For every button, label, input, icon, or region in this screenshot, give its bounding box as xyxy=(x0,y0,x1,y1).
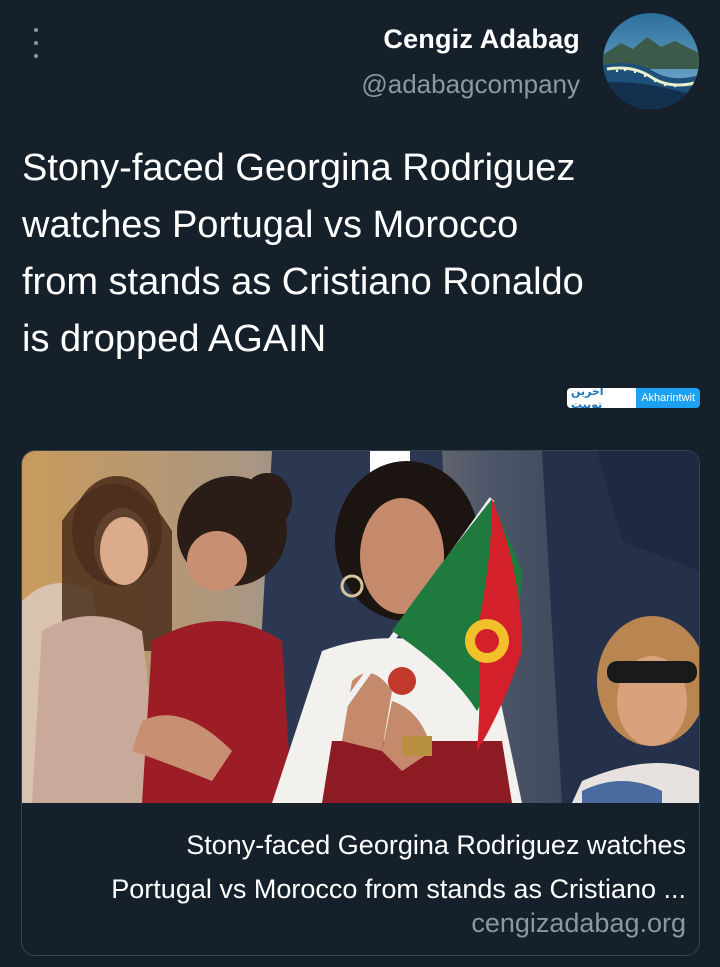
watermark-latin: Akharintwit xyxy=(641,392,695,404)
avatar[interactable] xyxy=(603,13,699,109)
watermark-badge: آخرین توییت Akharintwit xyxy=(567,388,700,408)
author-handle[interactable]: @adabagcompany xyxy=(361,69,580,100)
link-preview-title-line: Portugal vs Morocco from stands as Crist… xyxy=(111,874,686,904)
link-preview-card[interactable]: Stony-faced Georgina Rodriguez watches P… xyxy=(21,450,700,956)
link-preview-title-line: Stony-faced Georgina Rodriguez watches xyxy=(186,830,686,860)
tweet-text: Stony-faced Georgina Rodriguez watches P… xyxy=(22,140,702,368)
tweet-text-line: watches Portugal vs Morocco xyxy=(22,204,519,246)
more-options-icon[interactable] xyxy=(26,28,46,58)
tweet-author: Cengiz Adabag @adabagcompany xyxy=(361,24,580,100)
author-name[interactable]: Cengiz Adabag xyxy=(361,24,580,55)
link-preview-image[interactable] xyxy=(22,451,699,803)
link-preview-domain[interactable]: cengizadabag.org xyxy=(471,908,686,939)
link-preview-title[interactable]: Stony-faced Georgina Rodriguez watches P… xyxy=(36,823,686,911)
watermark-arabic: آخرین توییت xyxy=(567,388,637,408)
tweet-text-line: Stony-faced Georgina Rodriguez xyxy=(22,147,576,189)
tweet-text-line: is dropped AGAIN xyxy=(22,318,327,360)
tweet-text-line: from stands as Cristiano Ronaldo xyxy=(22,261,584,303)
